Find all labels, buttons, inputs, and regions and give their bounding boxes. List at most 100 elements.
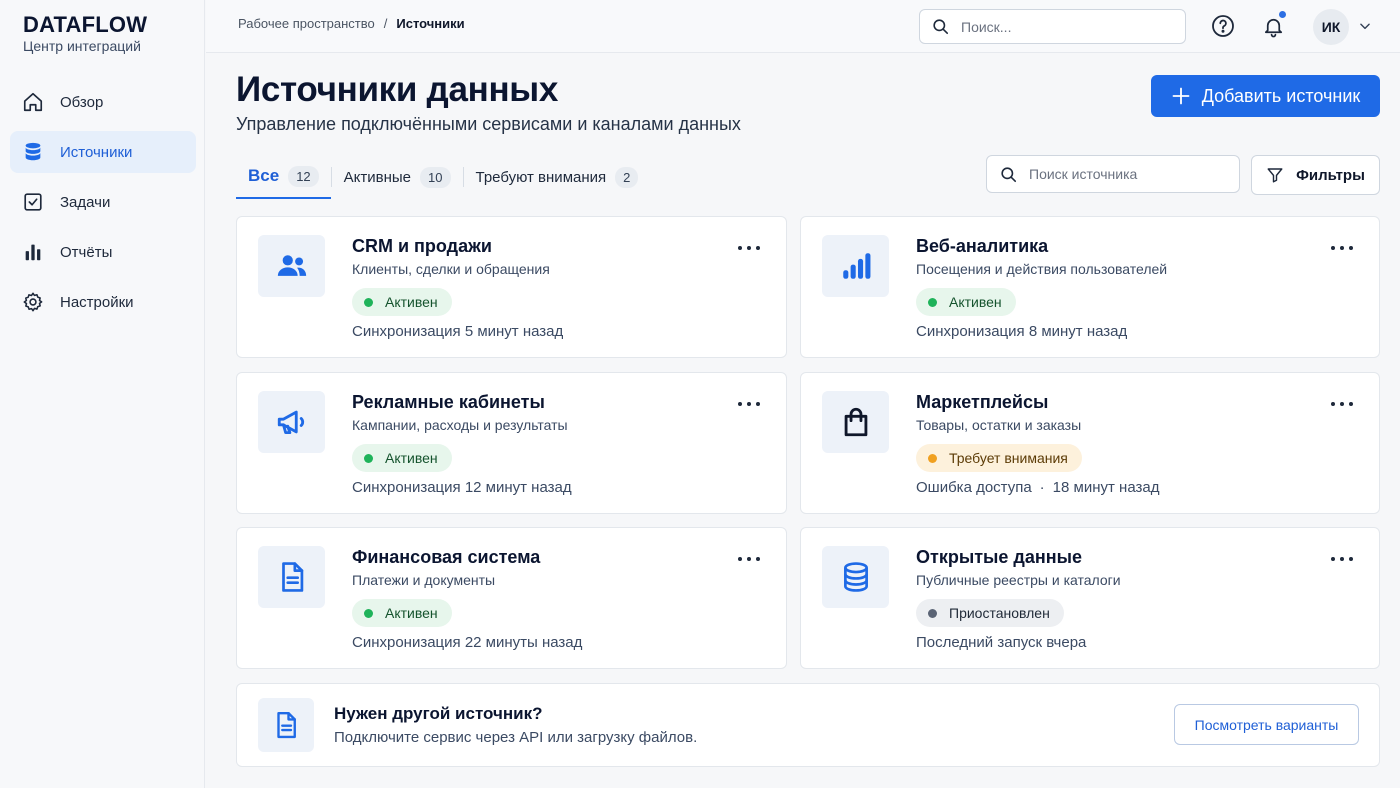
sync-text: Синхронизация 8 минут назад	[916, 323, 1128, 340]
source-card-crm[interactable]: CRM и продажи Клиенты, сделки и обращени…	[236, 216, 787, 358]
sidebar-item-tasks[interactable]: Задачи	[10, 181, 196, 223]
filter-icon	[1267, 168, 1283, 183]
source-icon-tile	[822, 546, 889, 608]
source-icon-tile	[258, 391, 325, 453]
status-label: Активен	[385, 450, 438, 466]
global-search	[919, 9, 1186, 44]
cta-title: Нужен другой источник?	[334, 704, 543, 723]
source-name[interactable]: Веб-аналитика	[916, 236, 1048, 257]
filters-label: Фильтры	[1296, 166, 1365, 184]
avatar[interactable]: ИК	[1313, 9, 1349, 45]
source-name[interactable]: Открытые данные	[916, 547, 1082, 568]
source-description: Посещения и действия пользователей	[916, 261, 1168, 277]
status-label: Приостановлен	[949, 605, 1050, 621]
breadcrumb-parent[interactable]: Рабочее пространство	[238, 16, 375, 31]
filters-button[interactable]: Фильтры	[1251, 155, 1380, 195]
bar-chart-icon	[25, 244, 41, 261]
global-search-input[interactable]	[961, 18, 1161, 35]
sidebar-item-label: Отчёты	[60, 243, 113, 261]
sidebar-item-label: Обзор	[60, 93, 104, 111]
checkbox-icon	[24, 193, 42, 211]
more-options-button[interactable]	[1331, 395, 1353, 413]
status-label: Активен	[385, 294, 438, 310]
sync-info: Синхронизация 8 минут назад	[916, 323, 1127, 340]
more-options-button[interactable]	[738, 550, 760, 568]
status-tabs: Все 12 Активные 10 Требуют внимания 2	[236, 155, 650, 199]
source-name[interactable]: CRM и продажи	[352, 236, 492, 257]
status-badge: Активен	[352, 444, 452, 472]
breadcrumb: Рабочее пространство / Источники	[238, 16, 465, 31]
sync-text: Синхронизация 5 минут назад	[352, 323, 564, 340]
sync-info: Последний запуск вчера	[916, 634, 1086, 651]
source-search-input[interactable]	[1029, 166, 1219, 182]
source-name[interactable]: Рекламные кабинеты	[352, 392, 545, 413]
source-search	[986, 155, 1240, 193]
notifications-button[interactable]	[1260, 11, 1286, 39]
sidebar-item-sources[interactable]: Источники	[10, 131, 196, 173]
status-dot	[928, 453, 937, 463]
add-source-button[interactable]: Добавить источник	[1151, 75, 1380, 117]
breadcrumb-separator: /	[383, 16, 388, 31]
cta-subtitle: Подключите сервис через API или загрузку…	[334, 729, 698, 746]
source-description: Кампании, расходы и результаты	[352, 417, 568, 433]
sync-text: Синхронизация 12 минут назад	[352, 479, 572, 496]
page-subtitle: Управление подключёнными сервисами и кан…	[236, 114, 741, 134]
status-dot	[364, 297, 373, 307]
view-options-button[interactable]: Посмотреть варианты	[1174, 704, 1359, 745]
sidebar-item-settings[interactable]: Настройки	[10, 281, 196, 323]
source-card-marketplaces[interactable]: Маркетплейсы Товары, остатки и заказы Тр…	[800, 372, 1380, 514]
status-badge: Требует внимания	[916, 444, 1082, 472]
source-description: Клиенты, сделки и обращения	[352, 261, 550, 277]
sync-info: Синхронизация 5 минут назад	[352, 323, 563, 340]
sidebar-item-overview[interactable]: Обзор	[10, 81, 196, 123]
more-options-button[interactable]	[1331, 550, 1353, 568]
source-description: Платежи и документы	[352, 572, 496, 588]
more-options-button[interactable]	[738, 395, 760, 413]
logo[interactable]: DATAFLOW Центр интеграций	[23, 12, 147, 54]
help-button[interactable]	[1210, 13, 1236, 39]
source-card-web-analytics[interactable]: Веб-аналитика Посещения и действия польз…	[800, 216, 1380, 358]
tab-all[interactable]: Все 12	[236, 155, 331, 199]
brand-title: DATAFLOW	[23, 12, 148, 37]
database-icon	[25, 142, 41, 161]
sync-text: Синхронизация 22 минуты назад	[352, 634, 583, 651]
search-icon	[1001, 166, 1017, 182]
brand-subtitle: Центр интеграций	[23, 38, 141, 54]
home-icon	[23, 92, 43, 112]
source-name[interactable]: Маркетплейсы	[916, 392, 1048, 413]
tab-attention[interactable]: Требуют внимания 2	[464, 155, 651, 199]
source-card-finance[interactable]: Финансовая система Платежи и документы А…	[236, 527, 787, 669]
add-source-label: Добавить источник	[1201, 85, 1361, 106]
status-badge: Активен	[352, 288, 452, 316]
document-icon	[281, 562, 303, 592]
sidebar-item-label: Настройки	[60, 293, 134, 311]
status-dot	[364, 453, 373, 463]
document-icon	[277, 711, 296, 739]
page-title: Источники данных	[236, 70, 559, 109]
source-card-ads[interactable]: Рекламные кабинеты Кампании, расходы и р…	[236, 372, 787, 514]
sync-text: Последний запуск вчера	[916, 634, 1087, 651]
more-options-button[interactable]	[1331, 239, 1353, 257]
status-label: Активен	[949, 294, 1002, 310]
source-card-open-data[interactable]: Открытые данные Публичные реестры и ката…	[800, 527, 1380, 669]
source-name[interactable]: Финансовая система	[352, 547, 540, 568]
source-icon-tile	[822, 235, 889, 297]
status-dot	[364, 608, 373, 618]
chevron-down-icon[interactable]	[1358, 19, 1372, 33]
request-source-panel: Нужен другой источник? Подключите сервис…	[236, 683, 1380, 767]
notification-dot	[1279, 11, 1286, 18]
status-label: Требует внимания	[949, 450, 1068, 466]
more-options-button[interactable]	[738, 239, 760, 257]
cta-icon-tile	[258, 698, 314, 752]
gear-icon	[23, 292, 43, 312]
sidebar-nav: Обзор Источники Задачи Отчёты Настройки	[10, 81, 196, 331]
users-icon	[277, 255, 306, 276]
bar-chart-icon	[842, 253, 870, 279]
status-label: Активен	[385, 605, 438, 621]
sidebar-item-reports[interactable]: Отчёты	[10, 231, 196, 273]
status-badge: Активен	[352, 599, 452, 627]
status-dot	[928, 297, 937, 307]
tab-count: 12	[288, 165, 319, 187]
megaphone-icon	[277, 410, 304, 435]
tab-active[interactable]: Активные 10	[332, 155, 463, 199]
